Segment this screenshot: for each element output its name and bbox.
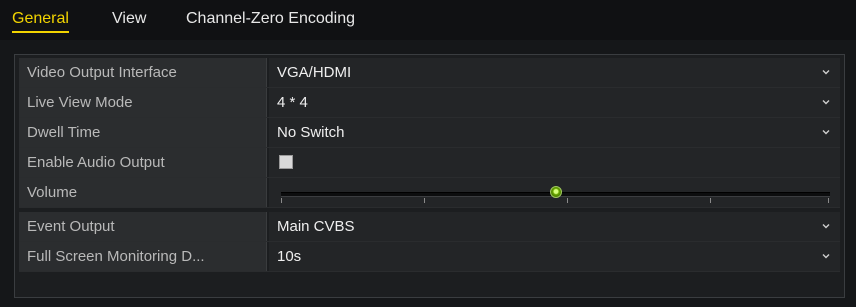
dwell-time-value: No Switch (277, 124, 345, 141)
setting-row-video-output-interface: Video Output Interface VGA/HDMI (19, 58, 840, 88)
slider-tick (828, 198, 829, 203)
active-tab-underline (12, 31, 69, 33)
setting-row-full-screen-monitoring: Full Screen Monitoring D... 10s (19, 242, 840, 272)
live-view-mode-select[interactable]: 4 * 4 (269, 88, 840, 117)
slider-tick (710, 198, 711, 203)
dwell-time-label: Dwell Time (19, 118, 267, 147)
dwell-time-select[interactable]: No Switch (269, 118, 840, 147)
chevron-down-icon (822, 100, 830, 105)
volume-slider[interactable] (269, 178, 840, 207)
enable-audio-output-label: Enable Audio Output (19, 148, 267, 177)
volume-label: Volume (19, 178, 267, 207)
tab-bar: General View Channel-Zero Encoding (0, 0, 856, 40)
video-output-interface-value: VGA/HDMI (277, 64, 352, 81)
full-screen-monitoring-label: Full Screen Monitoring D... (19, 242, 267, 271)
chevron-down-icon (822, 70, 830, 75)
tab-channel-zero-encoding-label: Channel-Zero Encoding (186, 10, 355, 27)
chevron-down-icon (822, 254, 830, 259)
volume-slider-handle[interactable] (549, 186, 562, 198)
tab-general[interactable]: General (12, 10, 69, 33)
slider-tick (567, 198, 568, 203)
tab-view-label: View (112, 10, 147, 27)
setting-row-volume: Volume (19, 178, 840, 208)
chevron-down-icon (822, 130, 830, 135)
setting-row-event-output: Event Output Main CVBS (19, 212, 840, 242)
setting-row-enable-audio-output: Enable Audio Output (19, 148, 840, 178)
video-output-interface-label: Video Output Interface (19, 58, 267, 87)
tab-general-label: General (12, 10, 69, 27)
enable-audio-output-checkbox[interactable] (279, 155, 293, 169)
live-view-mode-label: Live View Mode (19, 88, 267, 117)
setting-row-live-view-mode: Live View Mode 4 * 4 (19, 88, 840, 118)
tab-view[interactable]: View (112, 10, 146, 28)
chevron-down-icon (822, 224, 830, 229)
event-output-label: Event Output (19, 212, 267, 241)
live-view-mode-value: 4 * 4 (277, 94, 308, 111)
event-output-select[interactable]: Main CVBS (269, 212, 840, 241)
event-output-value: Main CVBS (277, 218, 355, 235)
enable-audio-output-cell (269, 148, 840, 177)
full-screen-monitoring-value: 10s (277, 248, 302, 265)
video-output-interface-select[interactable]: VGA/HDMI (269, 58, 840, 87)
setting-row-dwell-time: Dwell Time No Switch (19, 118, 840, 148)
settings-panel: Video Output Interface VGA/HDMI Live Vie… (14, 54, 845, 298)
full-screen-monitoring-select[interactable]: 10s (269, 242, 840, 271)
slider-tick (424, 198, 425, 203)
slider-tick (281, 198, 282, 203)
tab-channel-zero-encoding[interactable]: Channel-Zero Encoding (186, 10, 355, 28)
